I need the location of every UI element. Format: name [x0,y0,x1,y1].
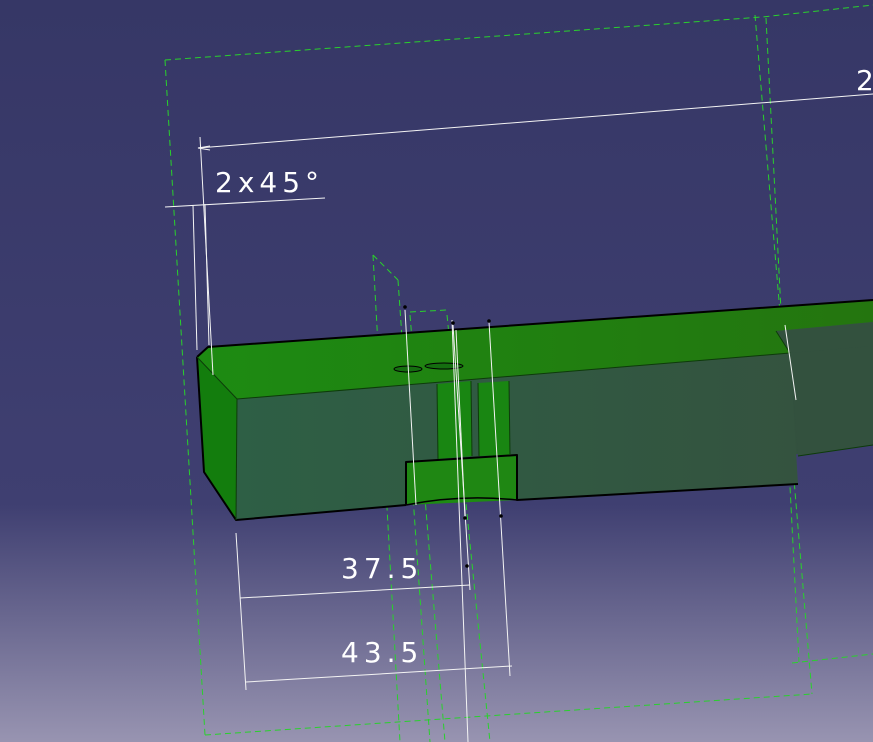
3d-viewport[interactable]: 2x45° 37.5 43.5 2 [0,0,873,742]
overall-length-dimension-label[interactable]: 2 [856,64,873,97]
dimension-43-5-label[interactable]: 43.5 [341,636,423,669]
dimension-37-5-label[interactable]: 37.5 [341,552,423,585]
bar-far-front-face [790,346,873,456]
chamfer-dimension-label[interactable]: 2x45° [215,166,324,199]
slot-rib-right [478,381,510,456]
